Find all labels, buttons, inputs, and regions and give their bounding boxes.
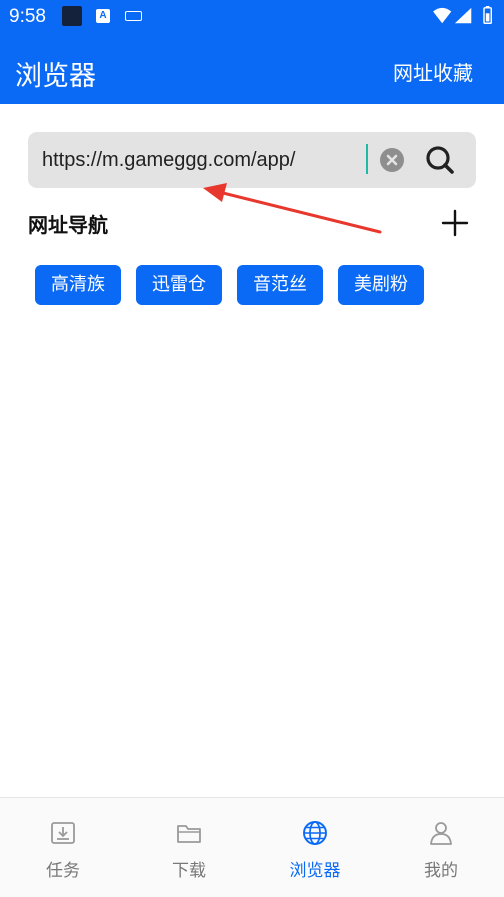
quick-link-chip[interactable]: 迅雷仓 <box>136 265 222 305</box>
text-cursor <box>366 144 368 174</box>
quick-link-chip[interactable]: 高清族 <box>35 265 121 305</box>
favorites-button[interactable]: 网址收藏 <box>393 57 473 86</box>
tab-browser[interactable]: 浏览器 <box>252 798 378 897</box>
quick-link-chip[interactable]: 音范丝 <box>237 265 323 305</box>
title-bar: 浏览器 网址收藏 <box>0 44 504 96</box>
clear-icon[interactable] <box>380 148 404 172</box>
search-icon[interactable] <box>424 144 456 176</box>
a-app-icon: A <box>96 9 110 23</box>
tab-label: 我的 <box>424 861 458 881</box>
tab-label: 任务 <box>46 861 80 881</box>
plus-icon[interactable] <box>440 208 470 238</box>
person-icon <box>430 822 452 845</box>
tab-label: 下载 <box>172 861 206 881</box>
quick-link-chip[interactable]: 美剧粉 <box>338 265 424 305</box>
folder-icon <box>177 825 201 843</box>
tab-label: 浏览器 <box>289 861 341 881</box>
notification-square-icon <box>62 6 82 26</box>
tab-tasks[interactable]: 任务 <box>0 798 126 897</box>
battery-icon <box>483 6 492 24</box>
url-navigation-title: 网址导航 <box>28 213 108 237</box>
status-time: 9:58 <box>9 6 46 27</box>
annotation-arrow <box>203 183 382 234</box>
wifi-icon <box>433 7 452 24</box>
download-tray-icon <box>51 822 75 844</box>
bottom-navigation: 任务 下载 浏览器 我的 <box>0 797 504 897</box>
app-header: 9:58 A 浏览器 网址收藏 <box>0 0 504 104</box>
signal-icon <box>454 7 472 24</box>
page-title: 浏览器 <box>15 61 96 92</box>
url-input[interactable] <box>42 142 362 178</box>
status-right-icons <box>433 6 492 24</box>
globe-icon <box>303 821 327 845</box>
status-bar: 9:58 A <box>0 0 504 36</box>
keyboard-icon <box>125 11 142 21</box>
tab-profile[interactable]: 我的 <box>378 798 504 897</box>
tab-downloads[interactable]: 下载 <box>126 798 252 897</box>
